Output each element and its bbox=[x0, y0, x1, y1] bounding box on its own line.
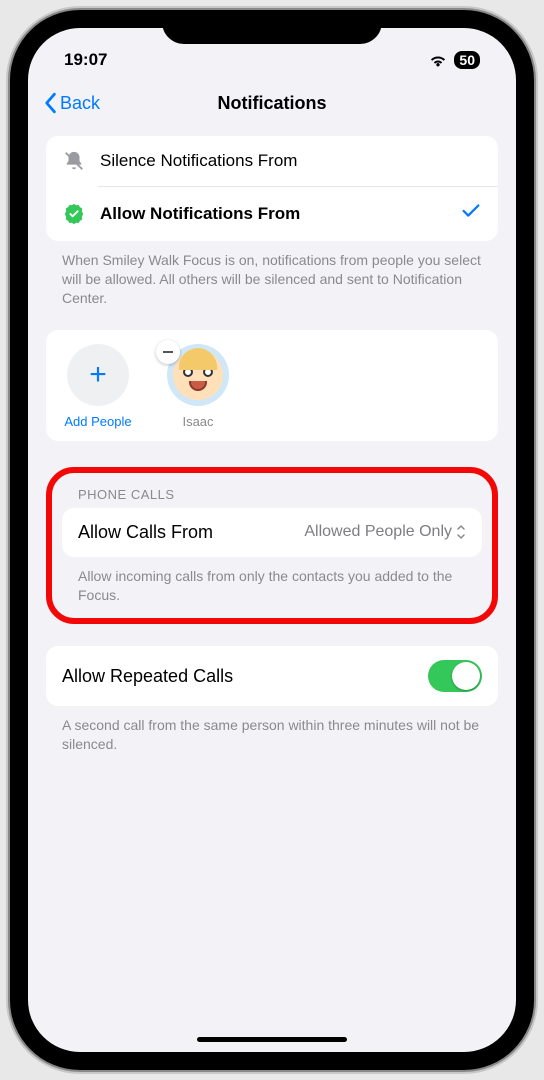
allow-row[interactable]: Allow Notifications From bbox=[46, 186, 498, 241]
remove-person-button[interactable] bbox=[156, 340, 180, 364]
battery-indicator: 50 bbox=[454, 51, 480, 69]
screen: 19:07 50 Back Notifications bbox=[28, 28, 516, 1052]
allow-calls-value: Allowed People Only bbox=[304, 523, 466, 541]
silence-label: Silence Notifications From bbox=[100, 151, 482, 171]
calls-footer: Allow incoming calls from only the conta… bbox=[62, 557, 482, 605]
battery-level: 50 bbox=[459, 52, 475, 68]
back-label: Back bbox=[60, 93, 100, 114]
add-people-label: Add People bbox=[64, 414, 131, 429]
phone-calls-header: PHONE CALLS bbox=[62, 477, 482, 508]
verified-badge-icon bbox=[62, 203, 86, 225]
page-title: Notifications bbox=[217, 93, 326, 114]
checkmark-icon bbox=[460, 200, 482, 227]
chevron-updown-icon bbox=[456, 524, 466, 540]
mode-card: Silence Notifications From Allow Notific… bbox=[46, 136, 498, 241]
status-time: 19:07 bbox=[64, 50, 107, 70]
repeated-calls-row: Allow Repeated Calls bbox=[46, 646, 498, 706]
notch bbox=[162, 10, 382, 44]
bell-slash-icon bbox=[62, 150, 86, 172]
mode-footer: When Smiley Walk Focus is on, notificati… bbox=[46, 241, 498, 308]
phone-frame: 19:07 50 Back Notifications bbox=[10, 10, 534, 1070]
person-name: Isaac bbox=[182, 414, 213, 429]
allow-calls-label: Allow Calls From bbox=[78, 522, 304, 543]
repeated-footer: A second call from the same person withi… bbox=[46, 706, 498, 754]
wifi-icon bbox=[428, 53, 448, 67]
nav-bar: Back Notifications bbox=[28, 78, 516, 128]
allow-calls-row[interactable]: Allow Calls From Allowed People Only bbox=[62, 508, 482, 557]
home-indicator[interactable] bbox=[197, 1037, 347, 1042]
plus-icon: + bbox=[67, 344, 129, 406]
allow-label: Allow Notifications From bbox=[100, 204, 446, 224]
repeated-calls-toggle[interactable] bbox=[428, 660, 482, 692]
person-item[interactable]: Isaac bbox=[162, 344, 234, 429]
chevron-left-icon bbox=[42, 92, 58, 114]
silence-row[interactable]: Silence Notifications From bbox=[46, 136, 498, 186]
people-card: + Add People Isaac bbox=[46, 330, 498, 441]
repeated-calls-label: Allow Repeated Calls bbox=[62, 666, 428, 687]
add-people-button[interactable]: + Add People bbox=[62, 344, 134, 429]
back-button[interactable]: Back bbox=[42, 92, 100, 114]
highlight-annotation: PHONE CALLS Allow Calls From Allowed Peo… bbox=[46, 467, 498, 625]
